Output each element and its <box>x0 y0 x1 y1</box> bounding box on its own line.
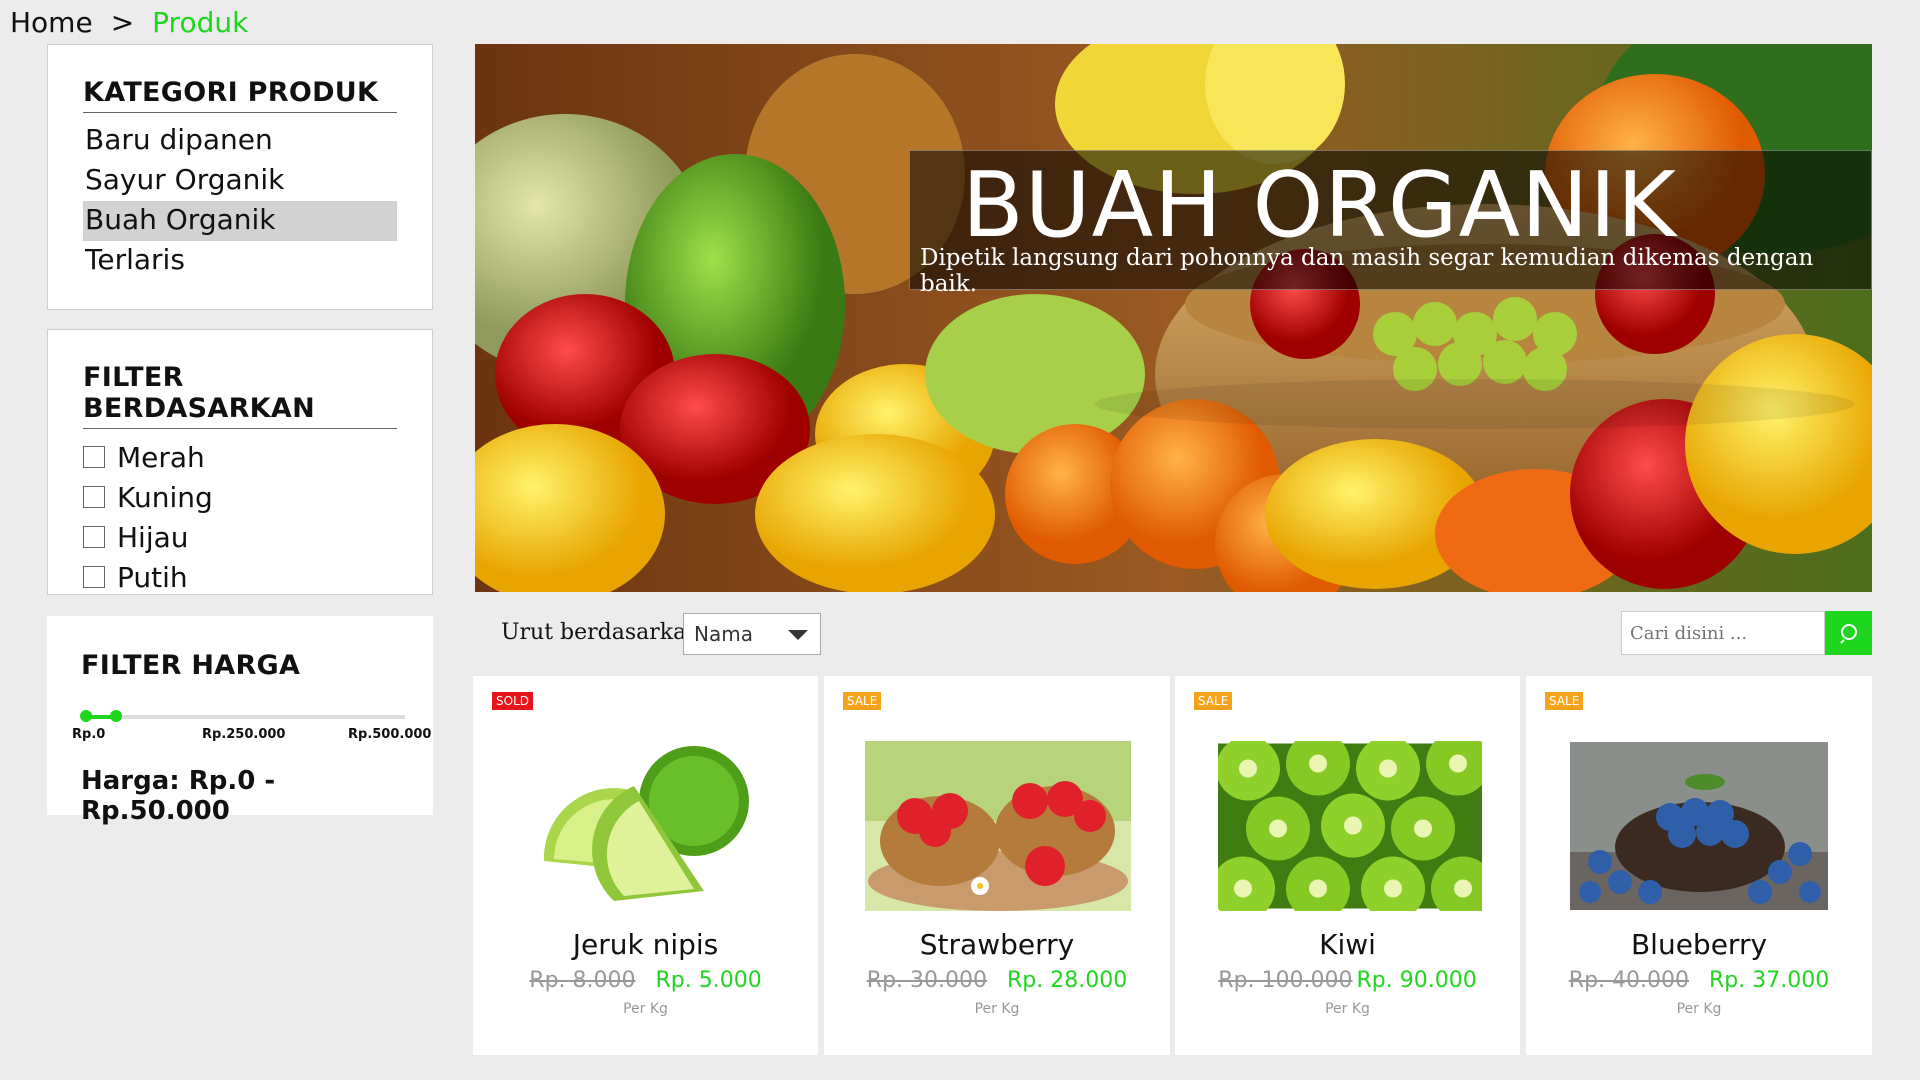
product-unit: Per Kg <box>623 1001 668 1017</box>
search-icon <box>1839 624 1857 644</box>
filter-panel: FILTER BERDASARKAN Merah Kuning Hijau Pu… <box>47 329 433 595</box>
product-card-blueberry[interactable]: SALE Blueberry Rp. 40.000 Rp. 37.000 Per … <box>1526 676 1872 1055</box>
breadcrumb-home[interactable]: Home <box>10 6 93 39</box>
hero-title: BUAH ORGANIK <box>962 153 1678 258</box>
checkbox[interactable] <box>83 526 105 548</box>
sort-label: Urut berdasarkan: <box>501 620 708 645</box>
price-filter-panel: FILTER HARGA Rp.0 Rp.250.000 Rp.500.000 … <box>47 616 433 826</box>
sale-badge: SALE <box>1194 692 1233 710</box>
product-old-price: Rp. 40.000 <box>1568 968 1689 993</box>
chevron-down-icon <box>788 630 808 640</box>
breadcrumb-current: Produk <box>152 6 249 39</box>
product-unit: Per Kg <box>974 1001 1020 1017</box>
filter-title: FILTER BERDASARKAN <box>83 362 397 429</box>
category-item-terlaris[interactable]: Terlaris <box>83 241 397 281</box>
filter-option-merah[interactable]: Merah <box>83 437 397 477</box>
checkbox[interactable] <box>83 486 105 508</box>
product-price: Rp. 28.000 <box>1007 968 1128 993</box>
price-slider[interactable] <box>80 710 405 722</box>
product-name: Strawberry <box>919 928 1075 961</box>
hero-banner: BUAH ORGANIK Dipetik langsung dari pohon… <box>475 44 1872 592</box>
breadcrumb: Home > Produk <box>10 6 248 39</box>
product-old-price: Rp. 8.000 <box>529 968 636 993</box>
search-button[interactable] <box>1825 611 1872 655</box>
category-title: KATEGORI PRODUK <box>83 77 397 113</box>
hero-subtitle: Dipetik langsung dari pohonnya dan masih… <box>920 245 1814 297</box>
filter-label: Putih <box>117 560 188 594</box>
product-old-price: Rp. 30.000 <box>866 968 987 993</box>
product-card-kiwi[interactable]: SALE Kiwi Rp. 100.000 Rp. 90.000 Per Kg <box>1175 676 1520 1055</box>
product-card-jeruk-nipis[interactable]: SOLD Jeruk nipis Rp. 8.000 Rp. 5.000 Per … <box>473 676 818 1055</box>
filter-option-hijau[interactable]: Hijau <box>83 517 397 557</box>
product-image-blueberry <box>1570 742 1828 910</box>
category-item-sayur-organik[interactable]: Sayur Organik <box>83 161 397 201</box>
product-price: Rp. 90.000 <box>1356 968 1477 993</box>
price-label-mid: Rp.250.000 <box>202 727 286 742</box>
product-image-strawberry <box>865 741 1131 911</box>
price-slider-min-handle[interactable] <box>80 710 92 722</box>
product-unit: Per Kg <box>1676 1001 1722 1017</box>
filter-option-kuning[interactable]: Kuning <box>83 477 397 517</box>
price-range-text: Harga: Rp.0 - Rp.50.000 <box>81 766 276 826</box>
filter-label: Kuning <box>117 480 213 514</box>
category-item-baru-dipanen[interactable]: Baru dipanen <box>83 121 397 161</box>
breadcrumb-separator: > <box>110 6 135 39</box>
product-unit: Per Kg <box>1325 1001 1370 1017</box>
product-old-price: Rp. 100.000 <box>1218 968 1353 993</box>
sold-badge: SOLD <box>492 692 533 710</box>
sale-badge: SALE <box>1545 692 1584 710</box>
price-label-max: Rp.500.000 <box>348 727 432 742</box>
sale-badge: SALE <box>843 692 882 710</box>
category-item-buah-organik[interactable]: Buah Organik <box>83 201 397 241</box>
sort-select-value: Nama <box>694 622 753 646</box>
filter-label: Hijau <box>117 520 189 554</box>
category-panel: KATEGORI PRODUK Baru dipanen Sayur Organ… <box>47 44 433 310</box>
search-input[interactable] <box>1621 611 1825 655</box>
price-label-min: Rp.0 <box>72 727 106 742</box>
product-image-lime <box>504 741 790 911</box>
hero-caption: BUAH ORGANIK Dipetik langsung dari pohon… <box>909 150 1872 297</box>
checkbox[interactable] <box>83 446 105 468</box>
sort-select[interactable]: Nama <box>683 613 821 655</box>
filter-option-putih[interactable]: Putih <box>83 557 397 597</box>
product-name: Jeruk nipis <box>572 928 719 961</box>
product-card-strawberry[interactable]: SALE Strawberry Rp. 30.000 Rp. 28.000 Per… <box>824 676 1170 1055</box>
price-filter-title: FILTER HARGA <box>81 650 301 681</box>
product-price: Rp. 37.000 <box>1709 968 1830 993</box>
product-price: Rp. 5.000 <box>655 968 762 993</box>
product-image-kiwi <box>1218 741 1482 911</box>
price-slider-max-handle[interactable] <box>110 710 122 722</box>
product-name: Blueberry <box>1630 928 1768 961</box>
checkbox[interactable] <box>83 566 105 588</box>
filter-label: Merah <box>117 440 205 474</box>
product-name: Kiwi <box>1319 928 1376 961</box>
hero-fruit-image <box>475 44 1872 592</box>
